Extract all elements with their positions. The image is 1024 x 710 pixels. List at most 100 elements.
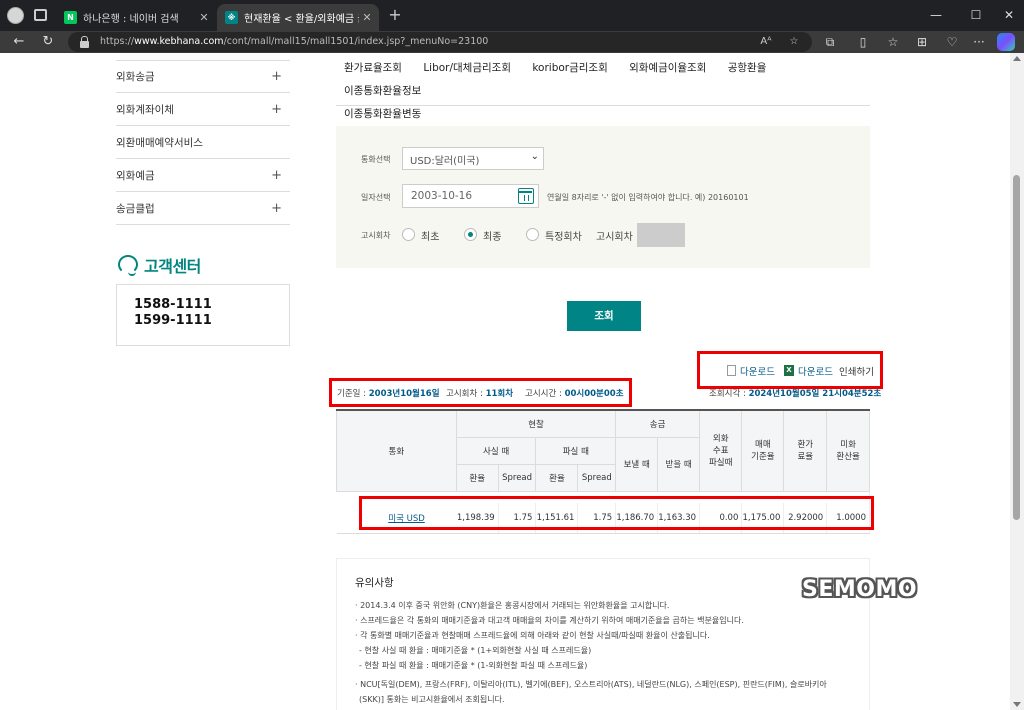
naver-favicon-icon: N: [64, 11, 77, 24]
minimize-icon[interactable]: —: [927, 6, 945, 24]
copilot-icon[interactable]: [997, 33, 1015, 51]
sidebar-item-label: 외화송금: [116, 71, 155, 83]
window-close-icon[interactable]: ✕: [1000, 6, 1018, 24]
sidebar-item-account-transfer[interactable]: 외화계좌이체 +: [116, 93, 290, 126]
scroll-up-icon[interactable]: [1013, 56, 1021, 61]
submenu-item[interactable]: 외화예금이율조회: [629, 62, 706, 74]
notice-label: 고시회차: [361, 231, 391, 240]
submenu-item[interactable]: 환가료율조회: [344, 62, 402, 74]
query-button[interactable]: 조회: [567, 301, 641, 331]
header-receive: 받을 때: [657, 436, 701, 492]
header-spread: Spread: [497, 463, 537, 492]
submenu-item[interactable]: Libor/대체금리조회: [423, 62, 511, 74]
hana-favicon-icon: ※: [225, 11, 238, 24]
submenu-item[interactable]: koribor금리조회: [532, 62, 607, 74]
header-send: 보낼 때: [615, 436, 659, 492]
radio-first[interactable]: [402, 228, 415, 241]
header-spread: Spread: [577, 463, 617, 492]
currency-select[interactable]: USD:달러(미국) ⌄: [402, 147, 544, 170]
sidebar-item-fx-reservation[interactable]: 외환매매예약서비스: [116, 126, 290, 159]
excel-download-link[interactable]: 다운로드: [798, 364, 833, 378]
header-check: 외화 수표 파실때: [699, 409, 743, 492]
radio-latest[interactable]: [464, 228, 477, 241]
radio-specific[interactable]: [526, 228, 539, 241]
calendar-icon[interactable]: [518, 188, 534, 204]
new-tab-icon[interactable]: +: [386, 6, 404, 24]
notice-time: 고시시간 : 00시00분00초: [525, 389, 624, 399]
tab-kebhana-rates[interactable]: ※ 현재환율 < 환율/외화예금 금리 < ✕: [217, 4, 379, 31]
document-icon[interactable]: [727, 365, 736, 376]
plus-icon[interactable]: +: [271, 69, 282, 84]
sidebar-item-foreign-remittance[interactable]: 외화송금 +: [116, 60, 290, 93]
url-box[interactable]: https://www.kebhana.com/cont/mall/mall15…: [68, 32, 812, 52]
refresh-icon[interactable]: ↻: [39, 33, 57, 51]
header-usd-rate: 미화 환산율: [826, 409, 870, 492]
more-menu-icon[interactable]: ···: [970, 33, 988, 51]
customer-center-title: 고객센터: [116, 253, 201, 277]
split-screen-icon[interactable]: ▯: [854, 33, 872, 51]
read-aloud-icon[interactable]: Aᴬ: [758, 34, 774, 50]
plus-icon[interactable]: +: [271, 168, 282, 183]
headset-icon: [116, 253, 140, 277]
close-icon[interactable]: ✕: [196, 11, 212, 24]
submenu-item[interactable]: 이종통화환율정보: [344, 85, 421, 97]
phone-number: 1588-1111: [134, 297, 212, 312]
lock-icon[interactable]: [80, 36, 89, 48]
workspaces-icon[interactable]: [34, 9, 47, 21]
note-item: - 현찰 파실 때 환율 : 매매기준율 * (1-외화현찰 파실 때 스프레드…: [359, 661, 588, 670]
back-arrow-icon[interactable]: ←: [10, 33, 28, 51]
plus-icon[interactable]: +: [271, 102, 282, 117]
note-item: · 각 통화별 매매기준율과 현찰매매 스프레드율에 의해 아래와 같이 현찰 …: [355, 631, 710, 640]
notice-round-input[interactable]: [637, 223, 685, 247]
page-content: 외화송금 + 외화계좌이체 + 외환매매예약서비스 외화예금 + 송금클럽 + …: [0, 53, 1024, 710]
tab-naver-search[interactable]: N 하나은행 : 네이버 검색 ✕: [56, 4, 216, 31]
favorites-icon[interactable]: ☆: [884, 33, 902, 51]
chevron-down-icon: ⌄: [530, 151, 539, 162]
maximize-icon[interactable]: ☐: [967, 6, 985, 24]
tab-label: 하나은행 : 네이버 검색: [83, 14, 179, 25]
header-cash: 현찰: [455, 409, 617, 438]
note-item: (SKK)] 통화는 비고시환율에서 조회됩니다.: [359, 695, 505, 704]
note-item: · 스프레드율은 각 통화의 매매기준율과 대고객 매매율의 차이를 계산하기 …: [355, 616, 744, 625]
submenu-item[interactable]: 이종통화환율변동: [344, 108, 421, 120]
sidebar-item-remittance-club[interactable]: 송금클럽 +: [116, 192, 290, 225]
sidebar-item-label: 외화계좌이체: [116, 103, 174, 116]
sidebar-item-foreign-deposit[interactable]: 외화예금 +: [116, 159, 290, 192]
tab-label: 현재환율 < 환율/외화예금 금리 <: [244, 14, 359, 25]
scroll-down-icon[interactable]: [1013, 702, 1021, 707]
header-cash-buy: 사실 때: [455, 436, 537, 465]
download-link[interactable]: 다운로드: [740, 364, 775, 378]
currency-label: 통화선택: [361, 155, 391, 164]
header-conversion: 환가 료율: [783, 409, 828, 492]
note-item: · 2014.3.4 이후 중국 위안화 (CNY)환율은 홍콩시장에서 거래되…: [355, 601, 670, 610]
extensions-icon[interactable]: ⧉: [821, 33, 839, 51]
note-item: · NCU[독일(DEM), 프랑스(FRF), 이탈리아(ITL), 벨기에(…: [355, 680, 827, 689]
profile-avatar-icon[interactable]: [7, 7, 24, 24]
radio-label: 최초: [421, 232, 440, 243]
sidebar-item-label: 외환매매예약서비스: [116, 136, 203, 149]
sidebar-menu: 외화송금 + 외화계좌이체 + 외환매매예약서비스 외화예금 + 송금클럽 +: [116, 60, 290, 225]
notes-box: 유의사항 · 2014.3.4 이후 중국 위안화 (CNY)환율은 홍콩시장에…: [336, 558, 870, 710]
print-link[interactable]: 인쇄하기: [839, 364, 874, 378]
radio-label: 최종: [483, 232, 502, 243]
excel-icon[interactable]: X: [784, 365, 794, 376]
collections-icon[interactable]: ⊞: [913, 33, 931, 51]
scrollbar[interactable]: [1010, 53, 1024, 710]
header-base: 매매 기준율: [741, 409, 785, 492]
notice-round-label: 고시회차: [596, 232, 633, 243]
radio-label: 특정회차: [545, 232, 582, 243]
browser-essentials-icon[interactable]: ♡: [943, 33, 961, 51]
phone-number: 1599-1111: [134, 313, 212, 328]
header-rate: 환율: [535, 463, 579, 492]
url-text[interactable]: https://www.kebhana.com/cont/mall/mall15…: [100, 36, 488, 47]
favorite-star-icon[interactable]: ☆: [786, 34, 802, 50]
plus-icon[interactable]: +: [271, 201, 282, 216]
close-icon[interactable]: ✕: [359, 11, 375, 24]
base-date: 기준일 : 2003년10월16일: [337, 389, 440, 399]
submenu-item[interactable]: 공항환율: [728, 62, 767, 74]
date-hint: 연월일 8자리로 '-' 없이 입력하여야 합니다. 예) 20160101: [547, 193, 749, 202]
header-rate: 환율: [455, 463, 499, 492]
address-bar: ← ↻ https://www.kebhana.com/cont/mall/ma…: [0, 31, 1024, 53]
watermark: SEMOMO: [802, 577, 918, 602]
scroll-thumb[interactable]: [1013, 175, 1020, 520]
